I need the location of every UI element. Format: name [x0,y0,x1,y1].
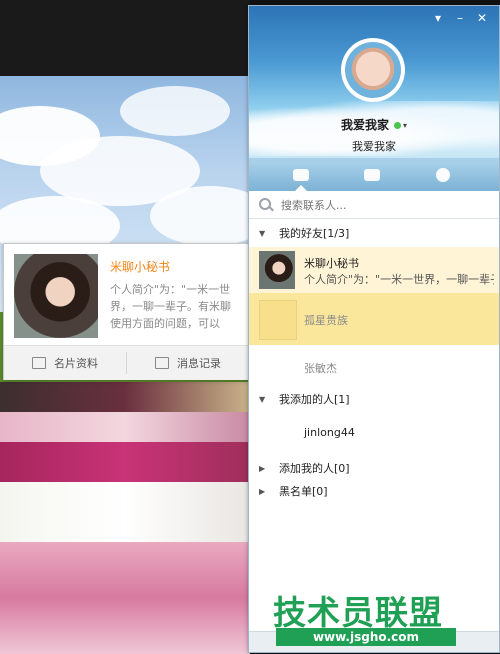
contact-status: 个人简介"为："一米一世界，一聊一辈子。 [304,273,494,286]
online-status-icon [394,122,401,129]
history-button-label: 消息记录 [177,357,221,370]
minimize-icon[interactable]: – [453,12,467,24]
watermark-title: 技术员联盟 [273,593,443,632]
messenger-window: ▾ – ✕ 我爱我家 ▾ 我爱我家 ▼ 我的好友[1/3] [248,5,500,653]
site-watermark: 技术员联盟 www.jsgho.com [248,578,498,654]
contact-item-secretary[interactable]: 米聊小秘书 个人简介"为："一米一世界，一聊一辈子。 [249,247,499,293]
chat-bubble-icon [293,168,309,181]
card-footer: 名片资料 消息记录 [4,345,249,380]
history-icon [155,357,169,369]
card-description: 个人简介"为："一米一世界，一聊一辈子。有米聊使用方面的问题，可以 [110,283,231,330]
user-signature[interactable]: 我爱我家 [249,138,499,154]
group-label: 我的好友[1/3] [279,227,350,240]
search-input[interactable] [279,195,483,216]
card-avatar [14,254,98,338]
window-header: ▾ – ✕ 我爱我家 ▾ 我爱我家 [249,6,499,191]
expand-arrow-icon: ▼ [259,394,266,404]
collapsed-arrow-icon: ▶ [259,463,266,473]
user-avatar-photo [345,42,401,98]
dark-band [0,0,250,76]
group-icon [364,168,380,181]
tab-bar [249,158,499,191]
contact-avatar [259,300,297,340]
group-label: 我添加的人[1] [279,393,350,406]
search-icon [259,198,271,210]
contact-name: 张敏杰 [304,362,337,375]
status-dropdown-icon[interactable]: ▾ [403,121,407,130]
close-icon[interactable]: ✕ [475,12,489,24]
group-added-by-me[interactable]: ▼ 我添加的人[1] [249,387,499,411]
user-avatar[interactable] [341,38,405,102]
tab-messages[interactable] [261,158,341,191]
group-added-me[interactable]: ▶ 添加我的人[0] [249,456,499,480]
profile-button[interactable]: 名片资料 [4,346,126,380]
user-name-row[interactable]: 我爱我家 ▾ [249,116,499,133]
user-name: 我爱我家 [340,118,389,132]
watermark-url: www.jsgho.com [276,628,456,646]
profile-button-label: 名片资料 [54,357,98,370]
contact-name: 孤星贵族 [304,314,348,327]
contact-profile-card: 米聊小秘书 个人简介"为："一米一世界，一聊一辈子。有米聊使用方面的问题，可以 … [3,243,250,380]
tab-recent[interactable] [403,158,483,191]
contact-avatar [259,251,295,289]
group-label: 添加我的人[0] [279,462,350,475]
contact-item-3[interactable]: 张敏杰 [249,345,499,391]
contact-item-4[interactable]: jinlong44 [249,411,499,457]
history-button[interactable]: 消息记录 [127,346,249,380]
search-bar [249,191,499,219]
group-blacklist[interactable]: ▶ 黑名单[0] [249,479,499,503]
group-my-friends[interactable]: ▼ 我的好友[1/3] [249,221,499,245]
expand-arrow-icon: ▼ [259,228,266,238]
group-label: 黑名单[0] [279,485,328,498]
contact-name: jinlong44 [304,426,355,439]
shirt-icon[interactable]: ▾ [431,12,445,24]
card-name: 米聊小秘书 [110,260,171,274]
contact-item-2[interactable]: 孤星贵族 [249,293,499,345]
id-card-icon [32,357,46,369]
clock-icon [436,167,450,182]
contact-name: 米聊小秘书 [304,257,359,270]
collapsed-arrow-icon: ▶ [259,486,266,496]
tab-groups[interactable] [332,158,412,191]
